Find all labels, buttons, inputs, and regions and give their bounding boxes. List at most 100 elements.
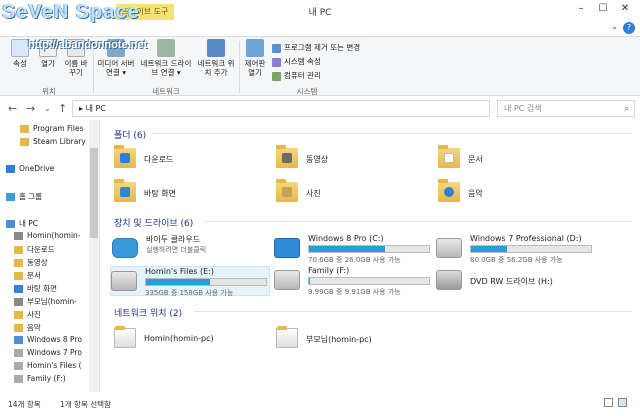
- drive-usage-bar: [308, 245, 430, 253]
- expand-ribbon-icon[interactable]: ⌄: [611, 22, 618, 31]
- cloud-icon: [6, 165, 15, 173]
- desktop-folder-icon: [114, 179, 136, 202]
- computer-management-button[interactable]: 컴퓨터 관리: [272, 70, 321, 81]
- folder-item[interactable]: 사진: [276, 179, 406, 210]
- nav-item[interactable]: Family (F:): [14, 374, 66, 383]
- uninstall-program-button[interactable]: 프로그램 제거 또는 변경: [272, 42, 360, 53]
- music-folder-icon: [438, 179, 460, 202]
- system-properties-button[interactable]: 시스템 속성: [272, 56, 321, 67]
- folder-icon: [20, 125, 29, 133]
- watermark-logo: SeVeN Space: [2, 1, 140, 23]
- drive-icon: [14, 362, 23, 370]
- control-panel-icon: [246, 39, 264, 57]
- recent-dropdown-icon[interactable]: ⌄: [44, 104, 51, 113]
- hard-drive-icon: [111, 271, 137, 291]
- hard-drive-icon: [274, 270, 300, 290]
- drive-usage-bar: [145, 278, 267, 286]
- drive-item[interactable]: DVD RW 드라이브 (H:): [436, 266, 598, 296]
- address-path: 내 PC: [85, 104, 106, 113]
- drive-icon: [14, 349, 23, 357]
- nav-item[interactable]: 다운로드: [14, 244, 55, 255]
- network-item[interactable]: Homin(homin-pc): [114, 326, 264, 356]
- windows-media-icon: [114, 326, 136, 348]
- tiles-view-icon[interactable]: [618, 398, 627, 407]
- windows-drive-icon: [274, 238, 300, 258]
- network-item[interactable]: 부모님(homin-pc): [276, 326, 426, 356]
- item-count: 14개 항목: [8, 400, 41, 409]
- add-network-location-button[interactable]: 네트워크 위치 추가: [196, 39, 236, 77]
- address-bar[interactable]: ▸ 내 PC: [72, 100, 490, 117]
- navigation-pane: Program Files Steam Library OneDrive 홈 그…: [0, 120, 100, 392]
- drive-item[interactable]: Family (F:) 9.99GB 중 9.91GB 사용 가능: [274, 266, 436, 296]
- windows-media-icon: [276, 326, 298, 348]
- nav-item[interactable]: Homin(homin-: [14, 231, 81, 240]
- nav-item-onedrive[interactable]: OneDrive: [6, 164, 54, 173]
- nav-item[interactable]: 음악: [14, 322, 41, 333]
- nav-item[interactable]: 문서: [14, 270, 41, 281]
- video-icon: [14, 259, 23, 267]
- back-icon[interactable]: ←: [8, 102, 17, 115]
- documents-folder-icon: [438, 145, 460, 168]
- nav-item-homegroup[interactable]: 홈 그룹: [6, 191, 42, 202]
- properties-icon: [11, 39, 29, 57]
- ribbon-separator: [239, 41, 240, 93]
- folder-item[interactable]: 다운로드: [114, 145, 244, 176]
- nav-item[interactable]: Program Files: [20, 124, 84, 133]
- search-icon[interactable]: ⌕: [625, 101, 629, 116]
- control-panel-label: 제어판 열기: [244, 59, 266, 77]
- section-drives[interactable]: 장치 및 드라이브 (6): [114, 216, 193, 229]
- folder-item[interactable]: 동영상: [276, 145, 406, 176]
- properties-label: 속성: [13, 59, 27, 68]
- nav-item[interactable]: 부모님(homin-: [14, 296, 77, 307]
- help-icon[interactable]: ?: [623, 22, 635, 34]
- search-input[interactable]: 내 PC 검색 ⌕: [497, 100, 635, 117]
- close-icon[interactable]: ✕: [614, 2, 636, 16]
- folder-item[interactable]: 문서: [438, 145, 568, 176]
- search-placeholder: 내 PC 검색: [504, 104, 542, 113]
- section-divider: [204, 221, 632, 222]
- nav-item-this-pc[interactable]: 내 PC: [6, 218, 38, 229]
- forward-icon[interactable]: →: [26, 102, 35, 115]
- drive-item-selected[interactable]: Homin's Files (E:) 335GB 중 158GB 사용 가능: [110, 266, 270, 297]
- open-label: 열기: [41, 59, 55, 68]
- ribbon-tab-row: ⌄ ?: [0, 22, 640, 36]
- drive-item[interactable]: 바이두 클라우드 실행하려면 더블클릭: [112, 234, 274, 264]
- network-location-icon: [207, 39, 225, 57]
- details-view-icon[interactable]: [604, 398, 613, 407]
- pictures-folder-icon: [276, 179, 298, 202]
- section-folders[interactable]: 폴더 (6): [114, 128, 146, 141]
- add-network-location-label: 네트워크 위치 추가: [197, 59, 235, 77]
- desktop-icon: [14, 285, 23, 293]
- watermark-url: http://abandonnote.net: [28, 39, 148, 51]
- nav-scrollbar-thumb[interactable]: [90, 148, 98, 238]
- network-folder-icon: [14, 298, 23, 306]
- map-network-drive-button[interactable]: 네트워크 드라이브 연결 ▾: [140, 39, 192, 77]
- nav-item[interactable]: Windows 8 Pro: [14, 335, 82, 344]
- videos-folder-icon: [276, 145, 298, 168]
- nav-item[interactable]: Steam Library: [20, 137, 86, 146]
- up-icon[interactable]: ↑: [58, 102, 67, 115]
- maximize-icon[interactable]: ☐: [592, 2, 614, 16]
- system-properties-icon: [272, 57, 281, 67]
- drive-icon: [14, 375, 23, 383]
- control-panel-button[interactable]: 제어판 열기: [242, 39, 268, 77]
- documents-icon: [14, 272, 23, 280]
- section-network[interactable]: 네트워크 위치 (2): [114, 306, 182, 319]
- folder-item[interactable]: 음악: [438, 179, 568, 210]
- nav-item[interactable]: Windows 7 Pro: [14, 348, 82, 357]
- nav-item[interactable]: Homin's Files (: [14, 361, 82, 370]
- section-divider: [194, 311, 632, 312]
- download-icon: [14, 246, 23, 254]
- nav-item[interactable]: 바탕 화면: [14, 283, 57, 294]
- drive-item[interactable]: Windows 7 Professional (D:) 80.0GB 중 56.…: [436, 234, 598, 264]
- folder-item[interactable]: 바탕 화면: [114, 179, 244, 210]
- nav-item[interactable]: 사진: [14, 309, 41, 320]
- computer-icon: [6, 220, 15, 228]
- drive-item[interactable]: Windows 8 Pro (C:) 70.6GB 중 26.0GB 사용 가능: [274, 234, 436, 264]
- nav-item[interactable]: 동영상: [14, 257, 48, 268]
- minimize-icon[interactable]: –: [570, 2, 592, 16]
- map-network-drive-label: 네트워크 드라이브 연결 ▾: [140, 59, 192, 77]
- media-server-label: 미디어 서버 연결 ▾: [97, 59, 135, 77]
- downloads-folder-icon: [114, 145, 136, 168]
- rename-label: 이름 바꾸기: [64, 59, 88, 77]
